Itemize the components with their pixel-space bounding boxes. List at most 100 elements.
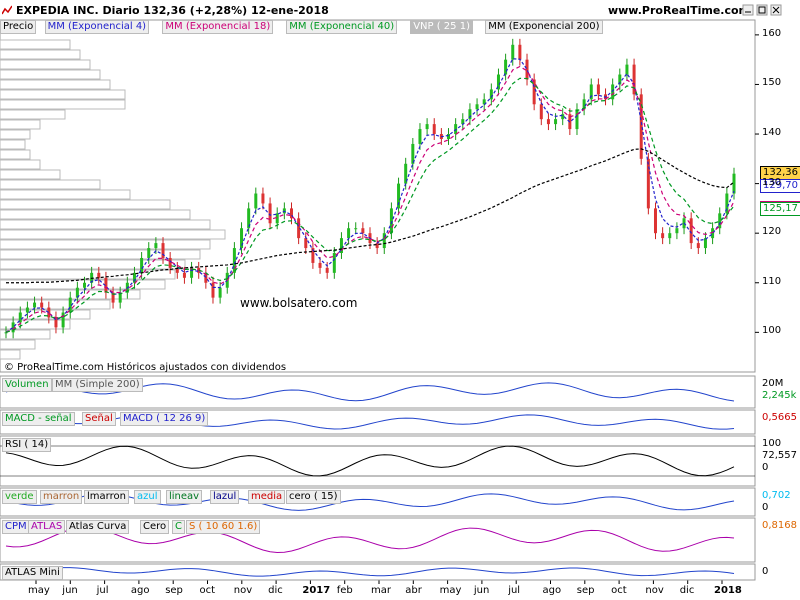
price-candle [575, 109, 579, 130]
volume-profile-bar [0, 279, 166, 290]
indicator-legend-item[interactable]: lineav [166, 490, 203, 504]
price-candle [83, 282, 87, 288]
indicator-legend-item[interactable]: verde [2, 490, 37, 504]
price-candle [425, 124, 429, 130]
price-candle [696, 243, 700, 249]
price-candle [611, 84, 615, 100]
volume-profile-bar [0, 299, 111, 310]
volume-profile-bar [0, 239, 211, 250]
volume-profile-bar [0, 49, 81, 60]
price-candle [539, 104, 543, 120]
price-legend-item[interactable]: MM (Exponencial 18) [162, 20, 274, 34]
price-candle [418, 129, 422, 144]
indicator-legend-item[interactable]: Volumen [2, 378, 52, 392]
indicator-legend-item[interactable]: Señal [82, 412, 116, 426]
volume-profile-bar [0, 269, 176, 280]
price-candle [61, 312, 65, 328]
indicator-legend-item[interactable]: MACD - señal [2, 412, 75, 426]
y-tick-label: 150 [762, 77, 782, 89]
price-legend-item[interactable]: VNP ( 25 1) [410, 20, 473, 34]
indicator-legend-item[interactable]: RSI ( 14) [2, 438, 52, 452]
x-tick-label: nov [645, 585, 664, 596]
indicator-legend-item[interactable]: lmarron [84, 490, 129, 504]
indicator-value: 100 [762, 438, 782, 449]
price-candle [25, 307, 29, 313]
x-tick-label: abr [405, 585, 422, 596]
indicator-legend-item[interactable]: azul [134, 490, 161, 504]
indicator-value: 0,702 [762, 490, 791, 501]
indicator-legend-item[interactable]: MM (Simple 200) [52, 378, 143, 392]
indicator-legend-item[interactable]: Atlas Curva [66, 520, 130, 534]
volume-profile-bar [0, 69, 101, 80]
indicator-value: 2,245k [762, 390, 797, 401]
price-candle [168, 257, 172, 268]
price-candle [147, 248, 151, 258]
volume-profile-bar [0, 179, 101, 190]
price-candle [182, 272, 186, 278]
price-candle [40, 302, 44, 308]
indicator-value: 0 [762, 502, 769, 513]
indicator-legend-item[interactable]: marron [40, 490, 83, 504]
x-tick-label: oct [199, 585, 216, 596]
volume-profile-bar [0, 119, 41, 130]
volume-profile-bar [0, 349, 21, 360]
x-tick-label: dic [268, 585, 283, 596]
price-candle [232, 248, 236, 273]
volume-profile-bar [0, 79, 111, 90]
price-candle [268, 203, 272, 224]
price-legend-item[interactable]: Precio [0, 20, 37, 34]
volume-profile-bar [0, 199, 171, 210]
price-candle [332, 253, 336, 273]
indicator-value: 0 [762, 462, 769, 473]
indicator-value: 0,8168 [762, 520, 797, 531]
watermark: www.bolsatero.com [240, 296, 358, 310]
indicator-legend-item[interactable]: ATLAS [28, 520, 66, 534]
x-tick-label: feb [336, 585, 353, 596]
x-tick-label: mar [371, 585, 391, 596]
x-tick-label: ago [130, 585, 150, 596]
price-candle [218, 287, 222, 298]
price-legend-item[interactable]: MM (Exponencial 200) [485, 20, 603, 34]
price-candle [625, 64, 629, 75]
price-candle [389, 208, 393, 234]
indicator-legend-item[interactable]: cero ( 15) [286, 490, 341, 504]
y-tick-label: 110 [762, 275, 782, 287]
price-candle [489, 89, 493, 100]
price-candle [504, 59, 508, 75]
price-candle [347, 228, 351, 239]
volume-profile-bar [0, 129, 31, 140]
price-chart[interactable] [0, 0, 800, 600]
indicator-legend-item[interactable]: C [172, 520, 185, 534]
x-tick-label: jul [96, 585, 109, 596]
price-candle [97, 272, 101, 278]
x-tick-label: may [28, 585, 50, 596]
x-tick-label: jun [473, 585, 490, 596]
indicator-legend-item[interactable]: media [248, 490, 286, 504]
price-candle [475, 104, 479, 110]
indicator-value: 0,5665 [762, 412, 797, 423]
indicator-legend-item[interactable]: CPM [2, 520, 30, 534]
x-tick-label: may [439, 585, 462, 596]
price-candle [703, 238, 707, 249]
price-candle [653, 208, 657, 234]
indicator-legend-item[interactable]: S ( 10 60 1.6) [186, 520, 261, 534]
price-legend-item[interactable]: MM (Exponencial 4) [44, 20, 150, 34]
indicator-legend-item[interactable]: lazul [210, 490, 240, 504]
price-candle [447, 134, 451, 139]
price-legend-item[interactable]: MM (Exponencial 40) [286, 20, 398, 34]
price-candle [546, 119, 550, 125]
volume-profile-bar [0, 169, 61, 180]
x-tick-label: dic [679, 585, 695, 596]
indicator-legend-item[interactable]: ATLAS Mini [2, 566, 63, 580]
price-candle [361, 228, 365, 234]
price-candle [33, 302, 37, 308]
price-candle [318, 262, 322, 268]
x-tick-label: 2017 [302, 585, 331, 596]
indicator-legend-item[interactable]: Cero [140, 520, 170, 534]
indicator-legend-item[interactable]: MACD ( 12 26 9) [120, 412, 209, 426]
price-candle [154, 243, 158, 249]
volume-profile-bar [0, 209, 191, 220]
price-candle [675, 228, 679, 234]
y-tick-label: 120 [762, 226, 782, 238]
volume-profile-bar [0, 259, 186, 270]
